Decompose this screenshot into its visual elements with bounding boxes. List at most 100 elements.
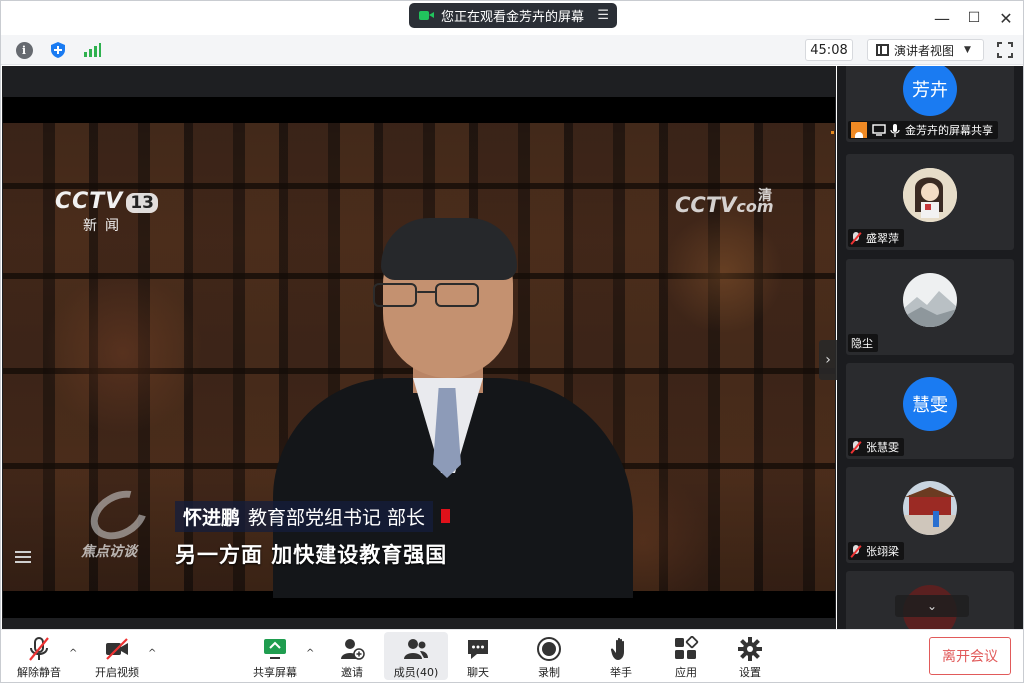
start-video-button[interactable]: 开启视频: [85, 632, 149, 680]
shield-icon: [51, 42, 65, 58]
minimize-button[interactable]: —: [931, 7, 953, 29]
chat-label: 聊天: [467, 666, 489, 679]
cctv-watermark: CCTVcom 清: [675, 188, 774, 217]
share-screen-label: 共享屏幕: [253, 666, 297, 679]
avatar: 芳卉: [903, 66, 957, 116]
raise-hand-label: 举手: [610, 666, 632, 679]
avatar-photo: [903, 481, 957, 535]
speaker-caption: 怀进鹏 教育部党组书记 部长: [175, 500, 451, 532]
hand-icon: [610, 637, 624, 660]
cctv13-logo: CCTV 13 新闻: [55, 189, 158, 235]
network-status-button[interactable]: [82, 40, 102, 60]
unmute-button[interactable]: 解除静音: [7, 632, 71, 680]
speaker-name: 怀进鹏: [175, 500, 249, 532]
layout-icon: [876, 44, 889, 56]
apps-icon: [675, 636, 699, 659]
participants-panel[interactable]: 芳卉 金芳卉的屏幕共享 盛翠萍 隐尘 慧雯 张慧雯 张翊梁 ⌄: [837, 66, 1023, 629]
view-mode-label: 演讲者视图: [894, 43, 955, 58]
signal-icon: [84, 43, 101, 57]
avatar: [903, 481, 957, 535]
settings-button[interactable]: 设置: [718, 632, 782, 680]
apps-label: 应用: [675, 666, 697, 679]
participant-tile[interactable]: 慧雯 张慧雯: [846, 363, 1014, 459]
fullscreen-icon[interactable]: [997, 42, 1013, 58]
orange-dot: [831, 131, 834, 134]
participant-name: 张翊梁: [866, 545, 899, 558]
meeting-toolbar: i 45:08 演讲者视图 ▼: [1, 35, 1023, 65]
chat-button[interactable]: 聊天: [446, 632, 510, 680]
raise-hand-button[interactable]: 举手: [589, 632, 653, 680]
caption-red-marker: [441, 509, 451, 523]
avatar: 慧雯: [903, 377, 957, 431]
mic-muted-icon: [850, 440, 862, 454]
meeting-info-button[interactable]: i: [14, 40, 34, 60]
chevron-down-icon: ▼: [964, 45, 971, 55]
share-options-caret[interactable]: ^: [306, 648, 314, 659]
participant-label: 张翊梁: [848, 542, 904, 560]
collapse-panel-button[interactable]: ›: [819, 340, 837, 380]
list-icon: [15, 551, 31, 563]
share-screen-icon: [264, 639, 286, 659]
participant-name: 隐尘: [851, 337, 873, 350]
members-icon: [404, 639, 428, 659]
avatar-photo: [903, 273, 957, 327]
meeting-window: 您正在观看金芳卉的屏幕 ☰ — ☐ ✕ i 45:08 演讲者视图 ▼ CCTV…: [0, 0, 1024, 683]
mic-muted-icon: [850, 544, 862, 558]
program-logo: 焦点访谈: [81, 480, 156, 561]
record-label: 录制: [538, 666, 560, 679]
avatar-photo: [903, 168, 957, 222]
participant-label: 盛翠萍: [848, 229, 904, 247]
record-button[interactable]: 录制: [517, 632, 581, 680]
info-icon: i: [15, 41, 33, 59]
avatar: [903, 273, 957, 327]
participant-tile[interactable]: 隐尘: [846, 259, 1014, 355]
apps-button[interactable]: 应用: [654, 632, 718, 680]
leave-meeting-button[interactable]: 离开会议: [929, 637, 1011, 675]
unmute-label: 解除静音: [17, 666, 61, 679]
participant-tile[interactable]: 盛翠萍: [846, 154, 1014, 250]
participant-name: 盛翠萍: [866, 232, 899, 245]
bottom-toolbar: 解除静音 ^ 开启视频 ^ 共享屏幕 ^ 邀请 成员(40) 聊天 录制 举手 …: [1, 629, 1023, 682]
participant-label: 张慧雯: [848, 438, 904, 456]
members-button[interactable]: 成员(40): [384, 632, 448, 680]
participant-label: 金芳卉的屏幕共享: [848, 121, 998, 139]
share-banner-text: 您正在观看金芳卉的屏幕: [441, 10, 585, 25]
avatar: [903, 168, 957, 222]
participant-tile[interactable]: 芳卉 金芳卉的屏幕共享: [846, 66, 1014, 142]
video-subtitle: 另一方面 加快建设教育强国: [175, 543, 448, 567]
title-bar: 您正在观看金芳卉的屏幕 ☰ — ☐ ✕: [1, 1, 1023, 35]
shared-screen-area[interactable]: CCTV 13 新闻 CCTVcom 清 焦点访谈 怀进鹏 教育部党组书记 部长 …: [2, 66, 837, 629]
speaker-title: 教育部党组书记 部长: [248, 500, 434, 532]
share-camera-icon: [419, 10, 435, 21]
host-icon: [851, 122, 867, 138]
security-button[interactable]: [48, 40, 68, 60]
participant-name: 金芳卉的屏幕共享: [905, 124, 993, 137]
invite-button[interactable]: 邀请: [320, 632, 384, 680]
mic-off-icon: [29, 637, 49, 661]
screen-share-banner[interactable]: 您正在观看金芳卉的屏幕 ☰: [409, 3, 617, 28]
shared-video: CCTV 13 新闻 CCTVcom 清 焦点访谈 怀进鹏 教育部党组书记 部长 …: [3, 97, 835, 618]
maximize-button[interactable]: ☐: [963, 7, 985, 29]
video-options-caret[interactable]: ^: [148, 648, 156, 659]
video-off-icon: [106, 638, 128, 660]
participant-tile[interactable]: 张翊梁: [846, 467, 1014, 563]
invite-label: 邀请: [341, 666, 363, 679]
audio-options-caret[interactable]: ^: [69, 648, 77, 659]
record-icon: [537, 637, 561, 661]
close-button[interactable]: ✕: [995, 7, 1017, 29]
gear-icon: [738, 637, 762, 661]
mic-muted-icon: [850, 231, 862, 245]
settings-label: 设置: [739, 666, 761, 679]
view-mode-dropdown[interactable]: 演讲者视图 ▼: [867, 39, 984, 61]
scroll-down-button[interactable]: ⌄: [895, 595, 969, 617]
participant-label: 隐尘: [848, 334, 878, 352]
share-screen-button[interactable]: 共享屏幕: [243, 632, 307, 680]
mic-icon: [890, 123, 900, 137]
chat-icon: [468, 640, 488, 659]
members-label: 成员(40): [393, 666, 439, 679]
banner-menu-icon[interactable]: ☰: [597, 8, 609, 23]
meeting-timer: 45:08: [805, 39, 853, 61]
start-video-label: 开启视频: [95, 666, 139, 679]
screen-share-icon: [872, 124, 886, 136]
add-user-icon: [341, 639, 365, 660]
